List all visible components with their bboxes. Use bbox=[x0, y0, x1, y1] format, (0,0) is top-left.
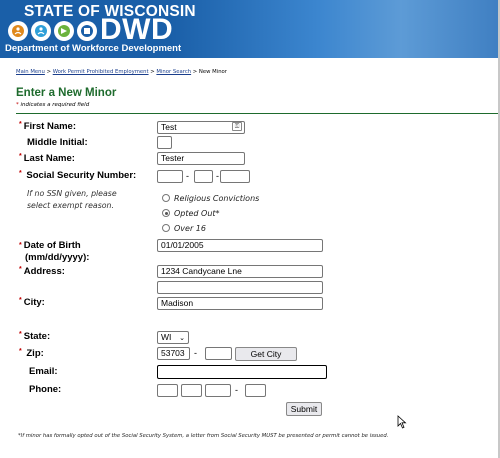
get-city-button[interactable]: Get City bbox=[235, 347, 297, 361]
exempt-option-label: Over 16 bbox=[174, 224, 206, 233]
state-label: * State: bbox=[19, 331, 50, 342]
required-marker: * bbox=[19, 170, 22, 177]
email-label: Email: bbox=[29, 366, 58, 377]
agency-abbr: DWD bbox=[100, 13, 174, 46]
last-name-input[interactable]: Tester bbox=[157, 152, 245, 165]
city-label: * City: bbox=[19, 297, 45, 308]
dob-label: * Date of Birth (mm/dd/yyyy): bbox=[19, 240, 89, 264]
site-header: STATE OF WISCONSIN DWD Department of Wor… bbox=[0, 0, 500, 58]
ssn-part-3-input[interactable] bbox=[220, 170, 250, 183]
ssn-exempt-note: If no SSN given, please select exempt rea… bbox=[27, 188, 117, 212]
ssn-separator: - bbox=[216, 171, 219, 181]
breadcrumb-separator: > bbox=[150, 69, 155, 75]
required-note-text: indicates a required field bbox=[18, 102, 90, 108]
ssn-note-line-2: select exempt reason. bbox=[27, 201, 114, 210]
phone-label: Phone: bbox=[29, 384, 62, 395]
state-select[interactable]: WI ⌄ bbox=[157, 331, 189, 344]
ssn-label: * Social Security Number: bbox=[19, 170, 136, 181]
exempt-option-label: Opted Out* bbox=[174, 209, 220, 218]
ssn-separator: - bbox=[186, 171, 189, 181]
zip-label: * Zip: bbox=[19, 348, 44, 359]
breadcrumb-current: New Minor bbox=[198, 69, 227, 75]
phone-separator: - bbox=[235, 385, 238, 395]
dob-label-line-2: (mm/dd/yyyy): bbox=[25, 252, 90, 263]
zip-label-text: Zip: bbox=[26, 348, 44, 359]
address-line-2-input[interactable] bbox=[157, 281, 323, 294]
mouse-pointer-icon bbox=[397, 415, 407, 429]
radio-button[interactable] bbox=[162, 224, 170, 232]
ssn-note-line-1: If no SSN given, please bbox=[27, 189, 117, 198]
zip-separator: - bbox=[194, 348, 197, 358]
last-name-label-text: Last Name: bbox=[23, 153, 75, 164]
breadcrumb: Main Menu > Work Permit Prohibited Emplo… bbox=[16, 69, 227, 75]
phone-part-1-input[interactable] bbox=[157, 384, 178, 397]
ssn-part-2-input[interactable] bbox=[194, 170, 213, 183]
required-marker: * bbox=[19, 266, 22, 273]
required-marker: * bbox=[19, 297, 22, 304]
address-label: * Address: bbox=[19, 266, 65, 277]
middle-initial-input[interactable] bbox=[157, 136, 172, 149]
breadcrumb-main-menu[interactable]: Main Menu bbox=[16, 69, 45, 75]
address-label-text: Address: bbox=[23, 266, 65, 277]
required-marker: * bbox=[19, 153, 22, 160]
last-name-label: * Last Name: bbox=[19, 153, 75, 164]
breadcrumb-minor-search[interactable]: Minor Search bbox=[156, 69, 191, 75]
zip-extension-input[interactable] bbox=[205, 347, 232, 360]
agency-name: Department of Workforce Development bbox=[5, 43, 182, 54]
dob-input[interactable]: 01/01/2005 bbox=[157, 239, 323, 252]
email-input[interactable] bbox=[157, 365, 327, 379]
city-input[interactable]: Madison bbox=[157, 297, 323, 310]
chevron-down-icon: ⌄ bbox=[179, 335, 185, 342]
address-line-1-input[interactable]: 1234 Candycane Lne bbox=[157, 265, 323, 278]
phone-part-3-input[interactable] bbox=[205, 384, 231, 397]
breadcrumb-separator: > bbox=[46, 69, 52, 75]
breadcrumb-separator: > bbox=[192, 69, 198, 75]
middle-initial-label: Middle Initial: bbox=[27, 137, 88, 148]
state-selected-value: WI bbox=[161, 332, 172, 342]
exempt-option-label: Religious Convictions bbox=[174, 194, 260, 203]
breadcrumb-work-permit[interactable]: Work Permit Prohibited Employment bbox=[53, 69, 149, 75]
required-marker: * bbox=[19, 242, 22, 249]
opted-out-footnote: *If minor has formally opted out of the … bbox=[18, 433, 389, 439]
state-label-text: State: bbox=[23, 331, 51, 342]
autofill-key-icon[interactable]: ⚿ bbox=[232, 122, 242, 131]
ssn-label-text: Social Security Number: bbox=[26, 170, 137, 181]
phone-part-2-input[interactable] bbox=[181, 384, 202, 397]
radio-button-selected[interactable] bbox=[162, 209, 170, 217]
section-divider bbox=[16, 113, 498, 114]
required-marker: * bbox=[19, 331, 22, 338]
zip-input[interactable]: 53703 bbox=[157, 347, 190, 360]
wisconsin-dwd-logo-icon bbox=[8, 21, 97, 41]
header-gradient bbox=[170, 0, 500, 58]
dob-label-line-1: Date of Birth bbox=[23, 240, 81, 251]
ssn-part-1-input[interactable] bbox=[157, 170, 183, 183]
phone-ext-input[interactable] bbox=[245, 384, 266, 397]
first-name-label-text: First Name: bbox=[23, 121, 76, 132]
required-marker: * bbox=[19, 121, 22, 128]
required-marker: * bbox=[19, 348, 22, 355]
page-title: Enter a New Minor bbox=[16, 87, 117, 99]
first-name-label: * First Name: bbox=[19, 121, 76, 132]
city-label-text: City: bbox=[23, 297, 45, 308]
submit-button[interactable]: Submit bbox=[286, 402, 322, 416]
required-field-note: * indicates a required field bbox=[16, 102, 89, 108]
radio-button[interactable] bbox=[162, 194, 170, 202]
